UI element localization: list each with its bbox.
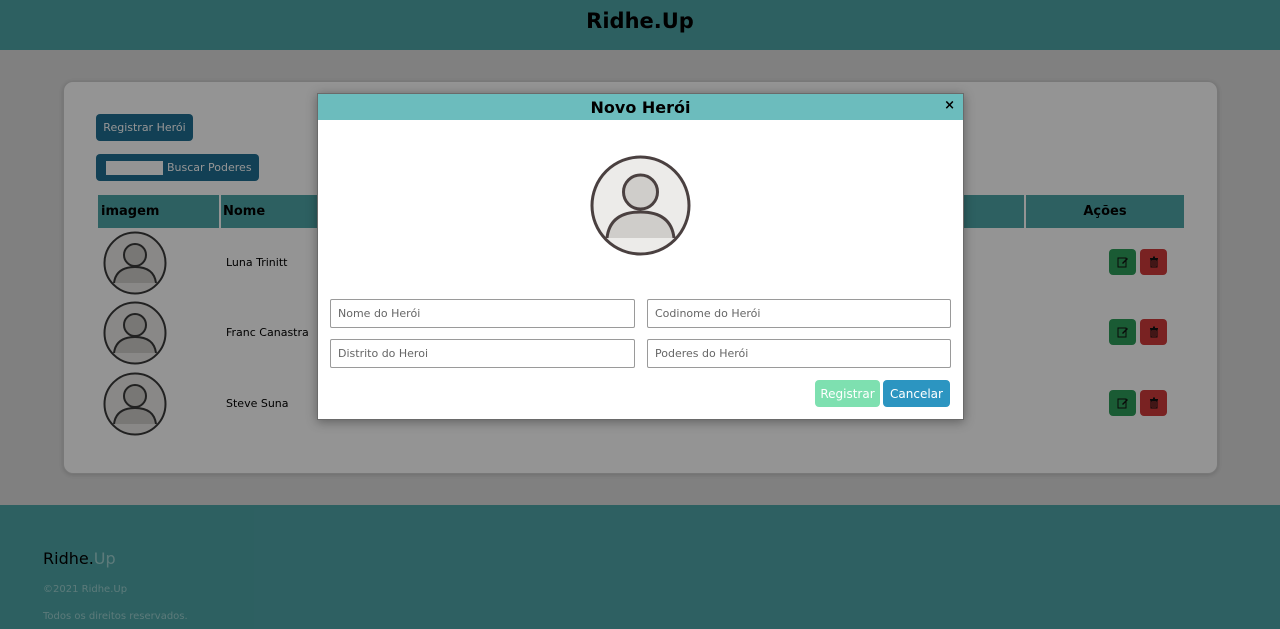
register-button[interactable]: Registrar — [815, 380, 880, 407]
hero-district-field[interactable] — [330, 339, 635, 368]
hero-powers-field[interactable] — [647, 339, 951, 368]
hero-codename-field[interactable] — [647, 299, 951, 328]
avatar-icon[interactable] — [590, 155, 691, 256]
modal-header: Novo Herói × — [318, 94, 963, 120]
cancel-button[interactable]: Cancelar — [883, 380, 950, 407]
close-icon[interactable]: × — [944, 98, 955, 113]
modal-title: Novo Herói — [590, 97, 691, 117]
hero-name-field[interactable] — [330, 299, 635, 328]
new-hero-modal: Novo Herói × Registrar Cancelar — [317, 93, 964, 420]
